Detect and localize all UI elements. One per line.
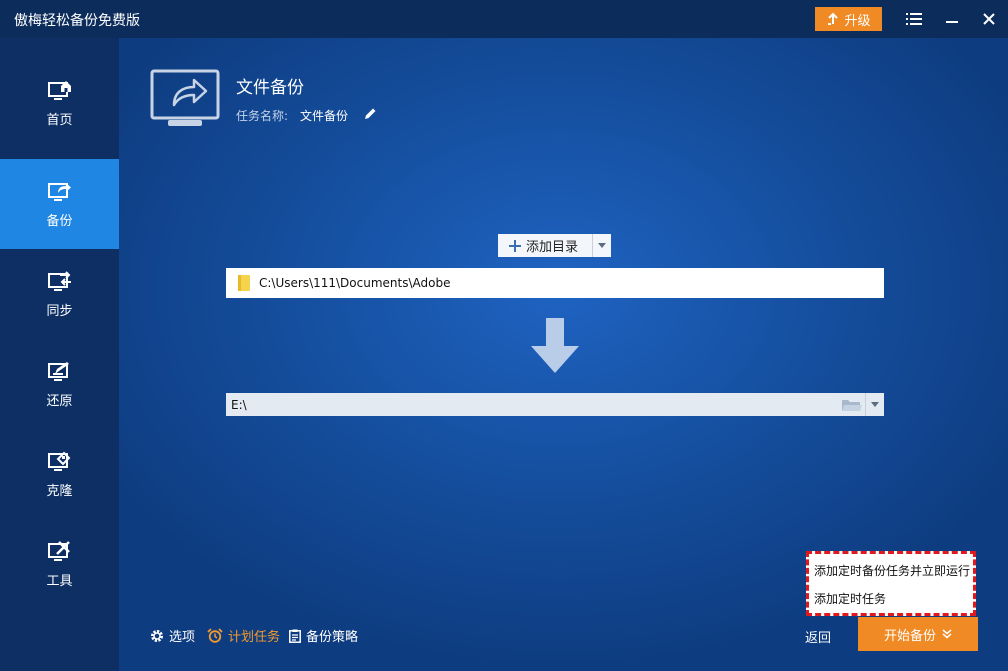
add-directory-dropdown[interactable] [592,234,611,257]
alarm-clock-icon [207,628,223,643]
folder-icon [238,275,250,291]
start-backup-button[interactable]: 开始备份 [858,617,978,651]
destination-dropdown[interactable] [865,393,884,416]
sidebar-item-sync[interactable]: 同步 [0,249,119,339]
source-item-row[interactable]: C:\Users\111\Documents\Adobe [226,268,884,298]
task-name-label: 任务名称: [236,109,289,123]
minimize-icon[interactable] [941,8,963,30]
destination-path: E:\ [231,397,247,412]
start-backup-menu: 添加定时备份任务并立即运行 添加定时任务 [806,551,976,616]
sidebar-item-label: 工具 [46,573,73,589]
title-bar: 傲梅轻松备份免费版 升级 [0,0,1008,38]
close-icon[interactable] [978,8,1000,30]
options-button[interactable]: 选项 [150,626,195,645]
chevron-down-icon [598,243,606,248]
sidebar-item-label: 同步 [46,303,73,319]
sidebar-item-home[interactable]: 首页 [0,58,119,148]
restore-monitor-icon [47,361,69,381]
clone-monitor-icon [47,451,70,471]
app-title: 傲梅轻松备份免费版 [14,13,140,29]
schedule-button[interactable]: 计划任务 [207,626,280,645]
chevron-down-icon [871,402,879,407]
sidebar-item-label: 首页 [46,112,73,128]
edit-pencil-icon[interactable] [363,106,377,125]
destination-path-field[interactable]: E:\ [226,393,884,416]
sidebar-item-backup[interactable]: 备份 [0,159,119,249]
home-monitor-icon [47,80,71,100]
backup-strategy-label: 备份策略 [306,630,359,645]
add-directory-label: 添加目录 [526,240,579,255]
sidebar-item-clone[interactable]: 克隆 [0,429,119,519]
backup-monitor-icon [47,182,71,201]
tools-monitor-icon [47,540,70,561]
menu-icon[interactable] [903,8,925,30]
options-label: 选项 [169,630,196,645]
plus-icon [509,239,521,252]
back-button[interactable]: 返回 [805,627,831,646]
clipboard-icon [289,629,301,643]
backup-strategy-button[interactable]: 备份策略 [289,626,358,645]
menu-item-schedule-only[interactable]: 添加定时任务 [809,584,973,612]
main-panel: 文件备份 任务名称: 文件备份 添加目录 C:\Users\111\Docume… [119,38,1008,671]
start-backup-label: 开始备份 [883,628,936,644]
arrow-down-icon [531,318,579,378]
sidebar-item-tools[interactable]: 工具 [0,519,119,609]
add-directory-button[interactable]: 添加目录 [498,234,611,257]
source-path: C:\Users\111\Documents\Adobe [259,276,451,290]
schedule-label: 计划任务 [228,630,281,645]
file-backup-monitor-icon [150,69,222,131]
upgrade-label: 升级 [844,13,871,29]
page-title: 文件备份 [236,78,304,98]
sidebar-item-restore[interactable]: 还原 [0,339,119,429]
browse-folder-icon[interactable] [839,393,865,416]
double-chevron-down-icon [942,629,952,639]
upgrade-button[interactable]: 升级 [815,7,882,31]
gear-icon [151,629,163,642]
sidebar-item-label: 备份 [46,213,73,229]
sidebar-item-label: 克隆 [46,483,73,499]
sidebar: 首页 备份 同步 还原 克隆 工具 [0,38,119,671]
add-directory-main[interactable]: 添加目录 [498,234,592,257]
sidebar-item-label: 还原 [46,393,73,409]
task-name-value: 文件备份 [300,109,349,123]
upgrade-arrow-icon [828,12,839,25]
menu-item-schedule-and-run[interactable]: 添加定时备份任务并立即运行 [809,556,973,584]
sync-monitor-icon [47,270,71,291]
